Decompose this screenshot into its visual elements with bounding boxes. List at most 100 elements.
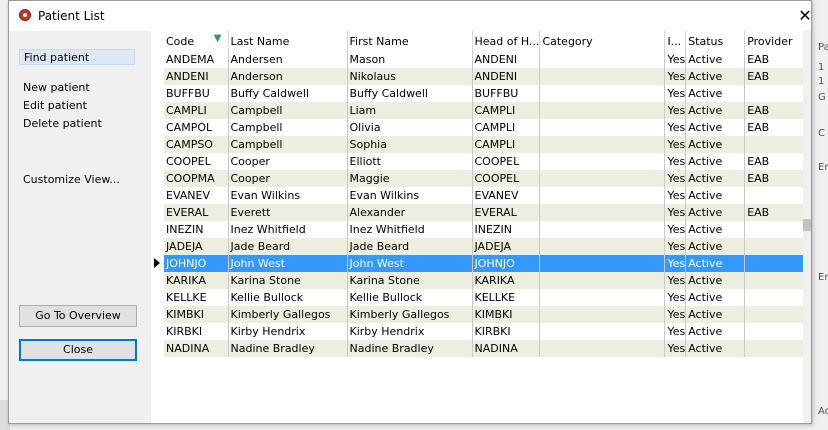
table-cell[interactable]: CAMPLI <box>472 119 541 136</box>
table-row[interactable]: CAMPOL Campbell Olivia CAMPLI Yes Active EAB <box>164 119 810 136</box>
table-cell[interactable] <box>539 221 666 238</box>
table-cell[interactable]: Yes <box>664 221 687 238</box>
table-cell[interactable]: CAMPLI <box>164 102 229 119</box>
table-cell[interactable]: KIRBKI <box>472 323 541 340</box>
vertical-scrollbar[interactable] <box>803 31 811 423</box>
table-cell[interactable]: Yes <box>664 204 687 221</box>
table-row[interactable]: KARIKA Karina Stone Karina Stone KARIKA Yes A… <box>164 272 810 289</box>
table-cell[interactable]: Evan Wilkins <box>347 187 473 204</box>
table-cell[interactable]: CAMPLI <box>472 102 541 119</box>
table-cell[interactable] <box>744 85 810 102</box>
table-cell[interactable]: Elliott <box>347 153 473 170</box>
table-cell[interactable]: Kirby Hendrix <box>347 323 473 340</box>
table-cell[interactable]: Active <box>685 51 746 68</box>
table-cell[interactable] <box>539 170 666 187</box>
table-cell[interactable] <box>744 255 810 272</box>
table-cell[interactable] <box>539 323 666 340</box>
table-cell[interactable]: John West <box>228 255 348 272</box>
table-cell[interactable]: Mason <box>347 51 473 68</box>
table-cell[interactable]: BUFFBU <box>164 85 229 102</box>
table-row[interactable]: COOPEL Cooper Elliott COOPEL Yes Active EAB <box>164 153 810 170</box>
table-row[interactable]: COOPMA Cooper Maggie COOPEL Yes Active EAB <box>164 170 810 187</box>
table-cell[interactable]: Jade Beard <box>347 238 473 255</box>
table-cell[interactable]: EVANEV <box>164 187 229 204</box>
table-cell[interactable]: Yes <box>664 136 687 153</box>
table-cell[interactable]: Everett <box>228 204 348 221</box>
table-cell[interactable]: BUFFBU <box>472 85 541 102</box>
table-cell[interactable] <box>744 272 810 289</box>
table-cell[interactable]: INEZIN <box>164 221 229 238</box>
table-cell[interactable]: Active <box>685 238 746 255</box>
table-cell[interactable]: ANDENI <box>164 68 229 85</box>
table-cell[interactable]: Yes <box>664 102 687 119</box>
sidebar-item-find-patient[interactable]: Find patient <box>19 49 135 65</box>
table-cell[interactable]: JOHNJO <box>164 255 229 272</box>
table-cell[interactable] <box>744 289 810 306</box>
table-cell[interactable]: Alexander <box>347 204 473 221</box>
table-row[interactable]: NADINA Nadine Bradley Nadine Bradley NADINA… <box>164 340 810 357</box>
table-cell[interactable]: EVANEV <box>472 187 541 204</box>
table-cell[interactable]: Karina Stone <box>347 272 473 289</box>
table-cell[interactable]: Buffy Caldwell <box>347 85 473 102</box>
table-row[interactable]: BUFFBU Buffy Caldwell Buffy Caldwell BUFFBU… <box>164 85 810 102</box>
table-cell[interactable]: Kimberly Gallegos <box>228 306 348 323</box>
table-cell[interactable]: Active <box>685 289 746 306</box>
table-cell[interactable]: EAB <box>744 119 810 136</box>
table-cell[interactable]: EAB <box>744 170 810 187</box>
table-cell[interactable] <box>744 136 810 153</box>
table-row[interactable]: INEZIN Inez Whitfield Inez Whitfield INEZIN… <box>164 221 810 238</box>
table-cell[interactable] <box>539 306 666 323</box>
table-cell[interactable] <box>744 221 810 238</box>
table-cell[interactable]: Yes <box>664 68 687 85</box>
table-cell[interactable]: Yes <box>664 272 687 289</box>
table-cell[interactable]: EAB <box>744 204 810 221</box>
table-cell[interactable]: Yes <box>664 85 687 102</box>
table-cell[interactable]: Yes <box>664 255 687 272</box>
table-cell[interactable]: Yes <box>664 306 687 323</box>
table-cell[interactable]: Yes <box>664 323 687 340</box>
table-row[interactable]: JADEJA Jade Beard Jade Beard JADEJA Yes Activ… <box>164 238 810 255</box>
table-cell[interactable]: Active <box>685 323 746 340</box>
table-cell[interactable]: KIMBKI <box>472 306 541 323</box>
column-header[interactable]: I... <box>664 31 687 51</box>
table-cell[interactable]: Yes <box>664 119 687 136</box>
table-cell[interactable]: Active <box>685 102 746 119</box>
table-cell[interactable]: Campbell <box>228 136 348 153</box>
table-cell[interactable]: Active <box>685 85 746 102</box>
table-cell[interactable] <box>539 187 666 204</box>
table-row[interactable]: KIRBKI Kirby Hendrix Kirby Hendrix KIRBKI Ye… <box>164 323 810 340</box>
table-cell[interactable]: EAB <box>744 153 810 170</box>
table-cell[interactable]: ANDENI <box>472 68 541 85</box>
table-cell[interactable] <box>744 323 810 340</box>
table-cell[interactable]: Kimberly Gallegos <box>347 306 473 323</box>
table-cell[interactable]: Buffy Caldwell <box>228 85 348 102</box>
column-header[interactable]: Category <box>539 31 666 51</box>
table-cell[interactable]: CAMPSO <box>164 136 229 153</box>
table-cell[interactable]: Yes <box>664 238 687 255</box>
table-cell[interactable] <box>539 119 666 136</box>
column-header[interactable]: Head of H... <box>472 31 541 51</box>
table-cell[interactable] <box>539 255 666 272</box>
table-cell[interactable]: Active <box>685 255 746 272</box>
table-cell[interactable]: COOPEL <box>164 153 229 170</box>
table-cell[interactable]: Karina Stone <box>228 272 348 289</box>
table-cell[interactable] <box>539 136 666 153</box>
table-cell[interactable] <box>539 85 666 102</box>
table-cell[interactable]: Yes <box>664 51 687 68</box>
table-cell[interactable]: CAMPLI <box>472 136 541 153</box>
table-cell[interactable]: Yes <box>664 187 687 204</box>
table-cell[interactable]: KELLKE <box>472 289 541 306</box>
table-cell[interactable]: JADEJA <box>164 238 229 255</box>
table-cell[interactable]: Active <box>685 136 746 153</box>
table-cell[interactable]: Liam <box>347 102 473 119</box>
table-cell[interactable]: KARIKA <box>472 272 541 289</box>
table-cell[interactable]: KIRBKI <box>164 323 229 340</box>
table-cell[interactable]: Anderson <box>228 68 348 85</box>
table-cell[interactable]: KELLKE <box>164 289 229 306</box>
table-cell[interactable]: Inez Whitfield <box>347 221 473 238</box>
table-cell[interactable]: ANDENI <box>472 51 541 68</box>
table-cell[interactable]: CAMPOL <box>164 119 229 136</box>
table-cell[interactable] <box>744 187 810 204</box>
table-cell[interactable]: JADEJA <box>472 238 541 255</box>
table-cell[interactable] <box>539 68 666 85</box>
